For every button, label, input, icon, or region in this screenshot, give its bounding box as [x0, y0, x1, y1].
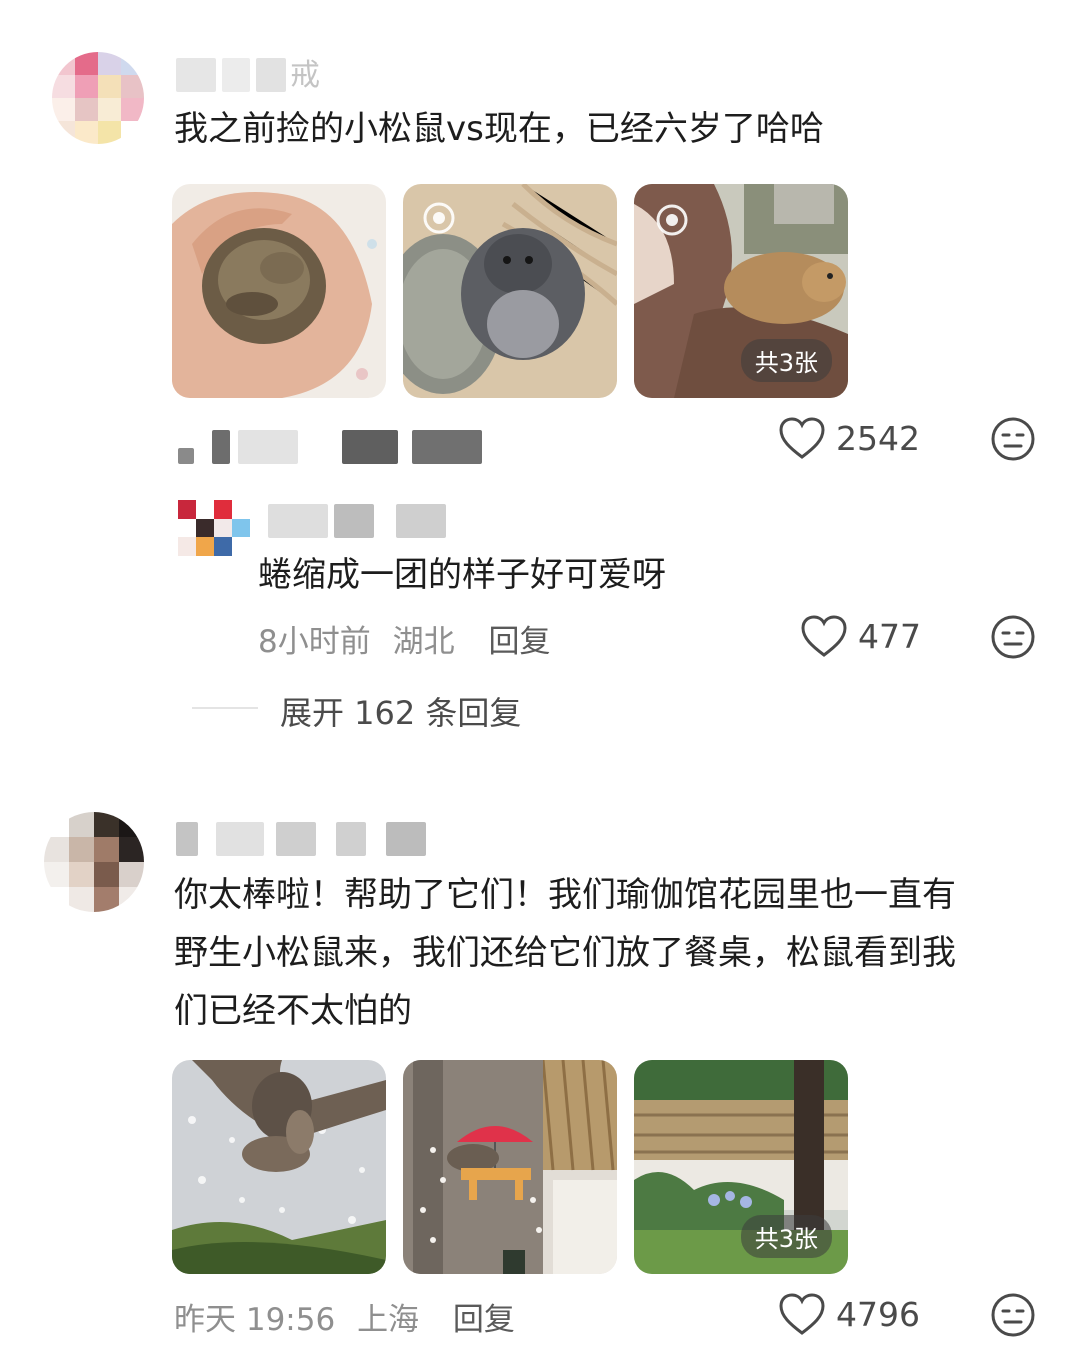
reply-avatar[interactable]	[178, 500, 250, 556]
like-count: 2542	[836, 418, 920, 458]
comment-text: 你太棒啦！帮助了它们！我们瑜伽馆花园里也一直有 野生小松鼠来，我们还给它们放了餐…	[174, 866, 956, 1040]
expand-replies-button[interactable]: 展开 162 条回复	[280, 688, 521, 734]
comment-text: 我之前捡的小松鼠vs现在，已经六岁了哈哈	[174, 109, 824, 149]
reply-button[interactable]: 回复	[488, 624, 550, 660]
reply-text: 蜷缩成一团的样子好可爱呀	[258, 555, 666, 595]
comment-time: 昨天 19:56	[174, 1302, 336, 1338]
heart-icon	[779, 1293, 825, 1335]
reply-like-count: 477	[858, 616, 921, 656]
expand-divider	[192, 707, 258, 709]
image-count-badge: 共3张	[740, 1215, 832, 1258]
reply-username-blurred[interactable]	[268, 504, 458, 538]
username-fragment: 戒	[290, 58, 320, 93]
heart-icon	[779, 417, 825, 459]
reply-meta: 8小时前 湖北 回复	[258, 616, 550, 661]
image-count-badge: 共3张	[740, 339, 832, 382]
comment-line: 们已经不太怕的	[174, 991, 412, 1031]
like-button[interactable]: 2542	[778, 416, 920, 460]
avatar[interactable]	[52, 52, 144, 144]
comment-image-squirrel-under-tree[interactable]	[172, 1060, 386, 1274]
dislike-face-icon[interactable]	[990, 614, 1036, 660]
comment-location: 上海	[357, 1302, 420, 1338]
reply-like-button[interactable]: 477	[800, 614, 921, 658]
comment-line: 野生小松鼠来，我们还给它们放了餐桌，松鼠看到我	[174, 933, 956, 973]
avatar[interactable]	[44, 812, 144, 912]
meta-blurred	[178, 430, 488, 464]
reply-time: 8小时前	[258, 624, 371, 660]
heart-icon	[801, 615, 847, 657]
reply-location: 湖北	[392, 624, 455, 660]
comment-image-squirrel-feeder[interactable]	[403, 1060, 617, 1274]
comment-meta: 昨天 19:56 上海 回复	[174, 1294, 515, 1339]
reply-button[interactable]: 回复	[453, 1302, 515, 1338]
like-count: 4796	[836, 1294, 920, 1334]
comment-line: 你太棒啦！帮助了它们！我们瑜伽馆花园里也一直有	[174, 875, 956, 915]
comment-image-garden[interactable]: 共3张	[634, 1060, 848, 1274]
username-blurred[interactable]	[176, 822, 436, 856]
comment-image-squirrel-grey[interactable]	[403, 184, 617, 398]
dislike-face-icon[interactable]	[990, 1292, 1036, 1338]
dislike-face-icon[interactable]	[990, 416, 1036, 462]
like-button[interactable]: 4796	[778, 1292, 920, 1336]
comment-image-squirrel-baby[interactable]	[172, 184, 386, 398]
comment-image-squirrel-shoulder[interactable]: 共3张	[634, 184, 848, 398]
